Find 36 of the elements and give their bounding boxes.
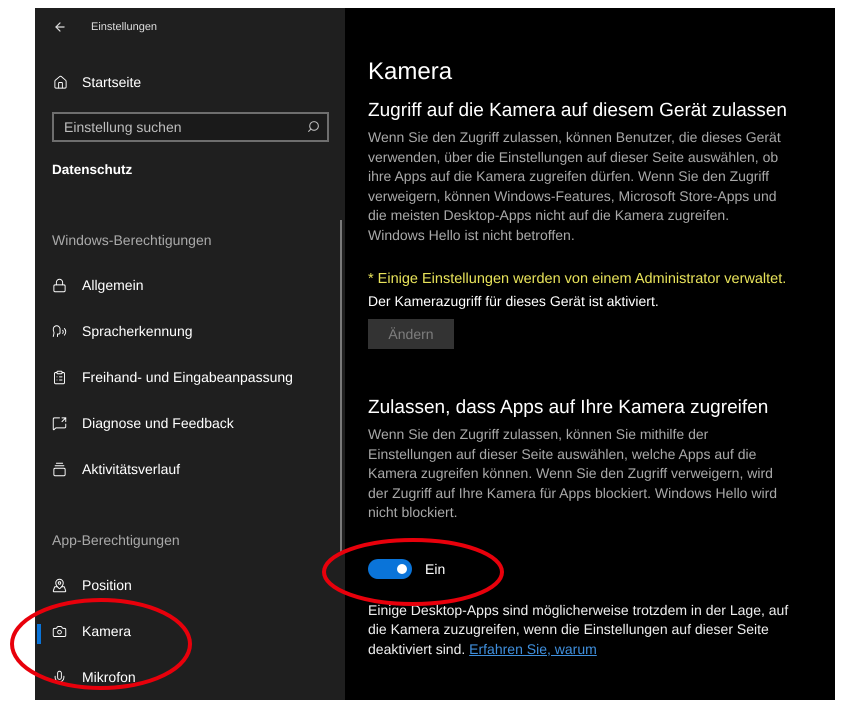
sidebar-item[interactable]: Freihand- und Eingabeanpassung <box>35 354 345 400</box>
map-pin-icon <box>52 578 67 592</box>
sidebar-item[interactable]: Allgemein <box>35 262 345 308</box>
group-heading: App-Berechtigungen <box>51 532 181 548</box>
search-icon <box>307 120 320 133</box>
desktop-apps-note: Einige Desktop-Apps sind möglicherweise trotzdem in der Lage, auf die Kamera zuzugreifen, wenn die Einstellungen auf dieser Seite deaktiviert sind. Erfahren Sie, warum <box>368 600 790 658</box>
section-heading: Zugriff auf die Kamera auf diesem Gerät zulassen <box>368 100 788 122</box>
status-text: Der Kamerazugriff für dieses Gerät ist aktiviert. <box>368 293 660 309</box>
section-heading: Zulassen, dass Apps auf Ihre Kamera zugreifen <box>368 397 770 419</box>
back-icon[interactable] <box>53 20 67 34</box>
learn-more-link[interactable]: Erfahren Sie, warum <box>469 640 597 656</box>
activity-icon <box>52 462 67 476</box>
clipboard-list-icon <box>52 370 67 384</box>
sidebar-item[interactable]: Spracherkennung <box>35 308 345 354</box>
toggle-switch[interactable] <box>368 558 412 578</box>
sidebar-item[interactable]: Aktivitätsverlauf <box>35 446 345 492</box>
group-heading: Windows-Berechtigungen <box>51 232 213 248</box>
speech-icon <box>52 324 67 338</box>
sidebar-item[interactable]: Diagnose und Feedback <box>35 400 345 446</box>
section-description: Wenn Sie den Zugriff zulassen, können Sie mithilfe der Einstellungen auf dieser Seite auswählen, welche Apps auf die Kamera zugreifen können. Wenn Sie den Zugriff verweigern, wird der Zugriff auf Ihre Kamera für Apps blockiert. Windows Hello wird nicht blockiert. <box>368 425 778 522</box>
search-field[interactable]: Einstellung suchen <box>52 112 329 142</box>
microphone-icon <box>52 670 67 684</box>
toggle-label: Ein <box>425 560 446 576</box>
admin-note: * Einige Einstellungen werden von einem Administrator verwaltet. <box>368 271 788 287</box>
camera-icon <box>52 624 67 638</box>
page-title: Kamera <box>368 58 454 86</box>
feedback-icon <box>52 416 67 430</box>
sidebar-item[interactable]: Kamera <box>35 608 345 654</box>
sidebar-item[interactable]: Position <box>35 562 345 608</box>
sidebar-item[interactable]: Mikrofon <box>35 654 345 700</box>
lock-icon <box>52 278 67 292</box>
category-title: Datenschutz <box>51 162 134 177</box>
window-title: Einstellungen <box>91 21 158 33</box>
home-icon <box>53 74 68 90</box>
home-link[interactable]: Startseite <box>35 66 345 98</box>
section-description: Wenn Sie den Zugriff zulassen, können Benutzer, die dieses Gerät verwenden, über die Einstellungen auf dieser Seite auswählen, ob ihre Apps auf die Kamera zugreifen dürfen. Wenn Sie den Zugriff verweigern, können Windows-Features, Microsoft Store-Apps und die meisten Desktop-Apps nicht auf die Kamera zugreifen. Windows Hello ist nicht betroffen. <box>368 128 782 244</box>
